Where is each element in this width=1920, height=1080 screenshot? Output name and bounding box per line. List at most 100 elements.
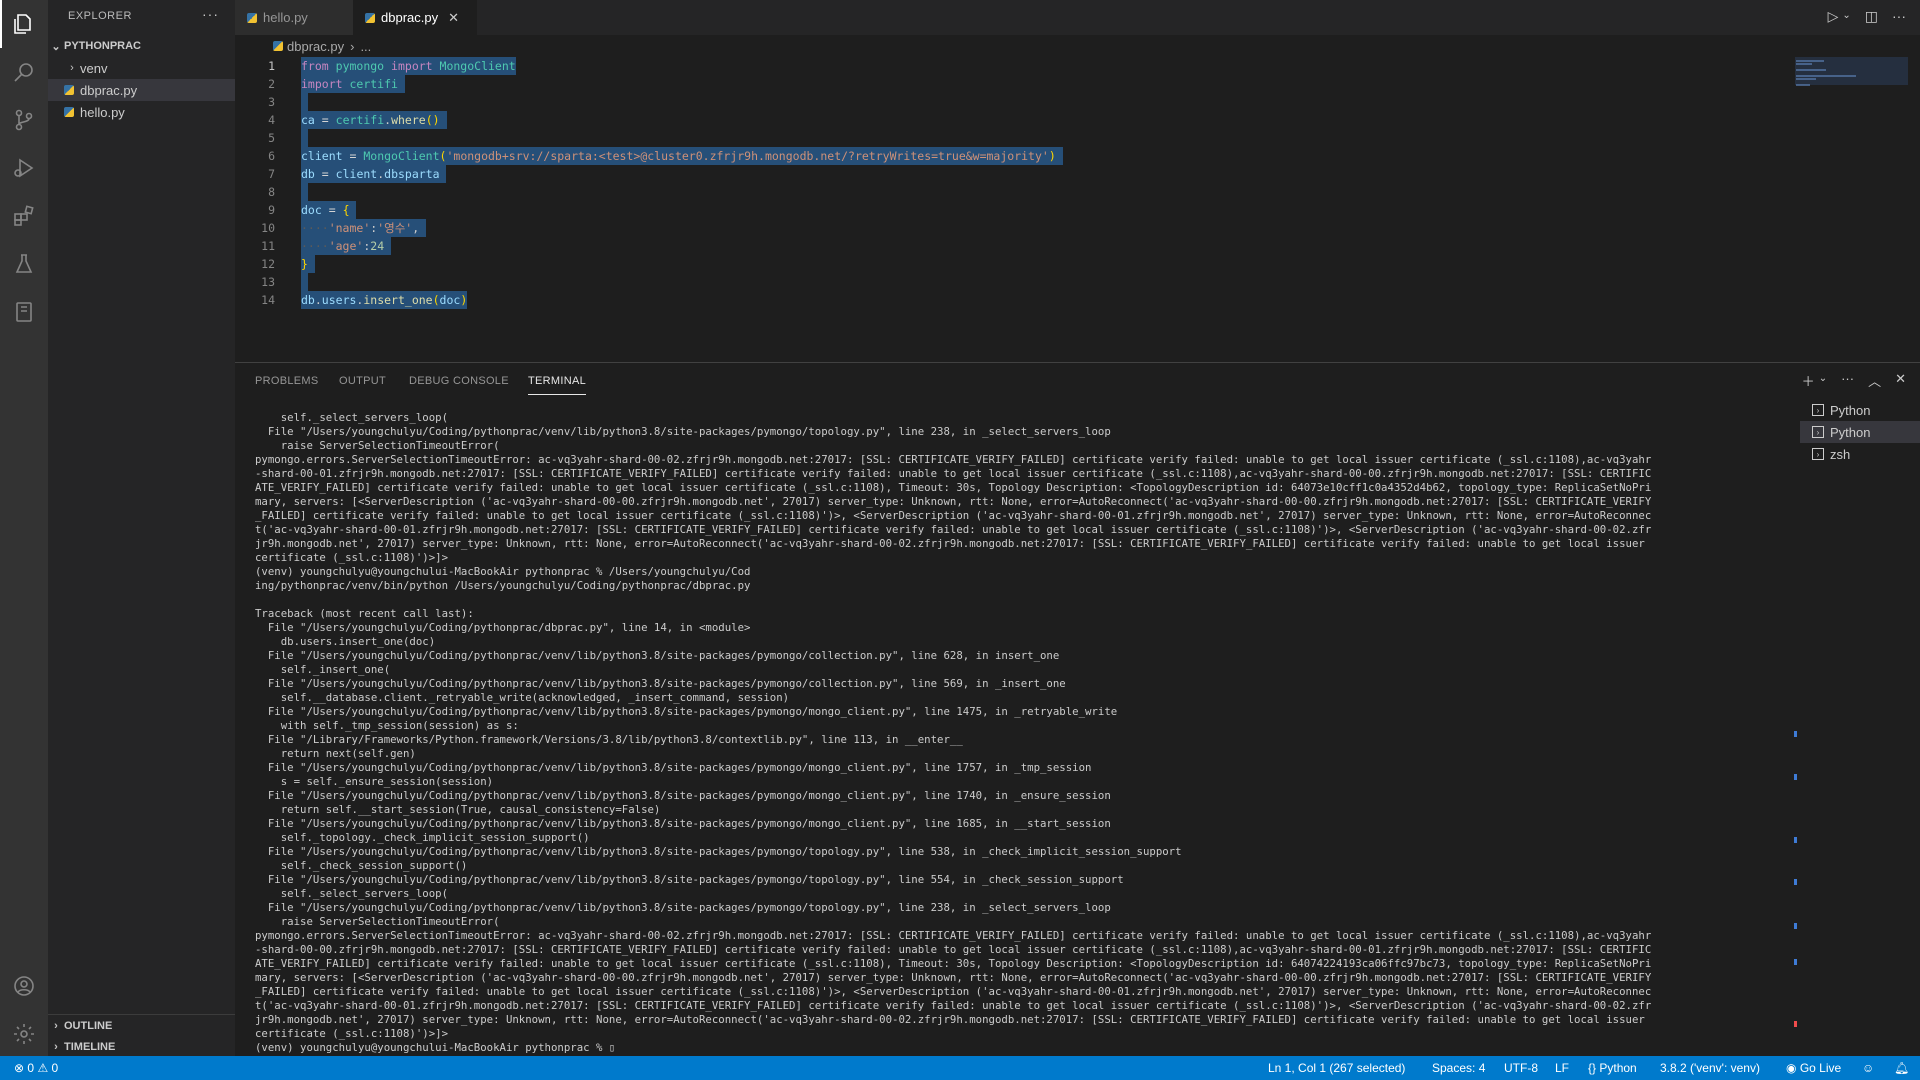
language-mode[interactable]: {} Python	[1588, 1056, 1637, 1080]
tab-terminal[interactable]: TERMINAL	[528, 375, 587, 395]
cursor-position[interactable]: Ln 1, Col 1 (267 selected)	[1268, 1056, 1405, 1080]
chevron-down-icon[interactable]: ⌄	[1819, 371, 1827, 390]
terminal-line: pymongo.errors.ServerSelectionTimeoutErr…	[255, 453, 1652, 466]
terminal-line: return self.__start_session(True, causal…	[255, 803, 661, 816]
terminal-item-zsh[interactable]: › zsh	[1800, 443, 1920, 465]
breadcrumb: dbprac.py › ...	[235, 35, 1785, 57]
breadcrumb-symbol[interactable]: ...	[360, 39, 371, 54]
terminal-item-python-1[interactable]: › Python	[1800, 399, 1920, 421]
terminal-line: mary, servers: [<ServerDescription ('ac-…	[255, 971, 1652, 984]
terminal-line: ATE_VERIFY_FAILED] certificate verify fa…	[255, 481, 1652, 494]
extensions-icon[interactable]	[0, 192, 48, 240]
python-file-icon	[64, 107, 74, 117]
terminal-line: _FAILED] certificate verify failed: unab…	[255, 509, 1652, 522]
tab-problems[interactable]: PROBLEMS	[255, 375, 319, 387]
chevron-right-icon: ›	[350, 38, 355, 54]
editor-actions: ▷ ⌄ ◫ ···	[1828, 8, 1906, 25]
tab-debug-console[interactable]: DEBUG CONSOLE	[409, 375, 509, 387]
tab-output[interactable]: OUTPUT	[339, 375, 386, 387]
folder-header-pythonprac[interactable]: ⌄ PYTHONPRAC	[48, 35, 235, 57]
activity-bar	[0, 0, 48, 1056]
braces-icon: {}	[1588, 1061, 1597, 1075]
terminal-list: › Python › Python › zsh	[1800, 399, 1920, 465]
feedback-icon[interactable]: ☺	[1862, 1056, 1874, 1080]
terminal-line: ○(venv) youngchulyu@youngchului-MacBookA…	[255, 1041, 1795, 1055]
run-debug-icon[interactable]	[0, 144, 48, 192]
python-file-icon	[273, 41, 283, 51]
terminal-line: ⊗(venv) youngchulyu@youngchului-MacBookA…	[255, 565, 1795, 579]
source-control-icon[interactable]	[0, 96, 48, 144]
run-icon[interactable]: ▷	[1828, 8, 1839, 25]
tab-dbprac-py[interactable]: dbprac.py ✕	[353, 0, 477, 35]
tree-item-dbprac[interactable]: dbprac.py	[48, 79, 235, 101]
python-interpreter[interactable]: 3.8.2 ('venv': venv)	[1660, 1056, 1760, 1080]
terminal-line: certificate (_ssl.c:1108)')>]>	[255, 1027, 449, 1040]
terminal-line: t('ac-vq3yahr-shard-00-01.zfrjr9h.mongod…	[255, 523, 1652, 536]
encoding-status[interactable]: UTF-8	[1504, 1056, 1538, 1080]
explorer-more-icon[interactable]: ···	[202, 6, 219, 22]
outline-label: OUTLINE	[64, 1020, 113, 1032]
terminal-line: ing/pythonprac/venv/bin/python /Users/yo…	[255, 579, 751, 592]
search-icon[interactable]	[0, 48, 48, 96]
indentation-status[interactable]: Spaces: 4	[1432, 1056, 1485, 1080]
explorer-title: EXPLORER	[68, 10, 132, 22]
chevron-down-icon[interactable]: ⌄	[1842, 8, 1850, 25]
chevron-down-icon: ⌄	[51, 40, 61, 53]
terminal-line: File "/Users/youngchulyu/Coding/pythonpr…	[255, 873, 1124, 886]
close-icon[interactable]: ✕	[448, 10, 459, 26]
settings-gear-icon[interactable]	[0, 1010, 48, 1058]
terminal-line: -shard-00-01.zfrjr9h.mongodb.net:27017: …	[255, 467, 1652, 480]
terminal-item-label: zsh	[1830, 446, 1851, 462]
terminal-line: _FAILED] certificate verify failed: unab…	[255, 985, 1652, 998]
account-icon[interactable]	[0, 962, 48, 1010]
go-live-button[interactable]: ◉ Go Live	[1786, 1056, 1841, 1080]
tree-item-venv[interactable]: › venv	[48, 57, 235, 79]
eol-status[interactable]: LF	[1555, 1056, 1569, 1080]
notebook-icon[interactable]	[0, 288, 48, 336]
warning-icon: ⚠	[37, 1061, 49, 1075]
broadcast-icon: ◉	[1786, 1061, 1797, 1075]
terminal-icon: ›	[1812, 448, 1824, 460]
timeline-label: TIMELINE	[64, 1041, 116, 1053]
tab-hello-py[interactable]: hello.py	[235, 0, 353, 35]
terminal-prompt-text: (venv) youngchulyu@youngchului-MacBookAi…	[255, 1041, 616, 1054]
more-actions-icon[interactable]: ···	[1892, 8, 1906, 25]
problems-status[interactable]: ⊗ 0 ⚠ 0	[14, 1056, 58, 1080]
terminal-line: mary, servers: [<ServerDescription ('ac-…	[255, 495, 1652, 508]
terminal-line: File "/Users/youngchulyu/Coding/pythonpr…	[255, 705, 1118, 718]
tree-item-hello[interactable]: hello.py	[48, 101, 235, 123]
breadcrumb-file[interactable]: dbprac.py	[287, 39, 344, 54]
testing-flask-icon[interactable]	[0, 240, 48, 288]
outline-section[interactable]: › OUTLINE	[48, 1014, 235, 1037]
python-file-icon	[247, 12, 257, 23]
minimap[interactable]	[1790, 57, 1908, 362]
chevron-right-icon: ›	[54, 1041, 58, 1053]
tree-item-label: dbprac.py	[80, 82, 138, 98]
panel-actions: ＋ ⌄ ··· ︿ ✕	[1802, 371, 1906, 390]
close-panel-icon[interactable]: ✕	[1895, 371, 1906, 390]
timeline-section[interactable]: › TIMELINE	[48, 1036, 235, 1058]
notifications-bell-icon[interactable]: 🔔︎	[1894, 1056, 1909, 1080]
more-actions-icon[interactable]: ···	[1841, 371, 1854, 390]
terminal-icon: ›	[1812, 404, 1824, 416]
tree-item-label: venv	[80, 60, 108, 76]
terminal-item-python-2[interactable]: › Python	[1800, 421, 1920, 443]
code-editor[interactable]: 1 from pymongo import MongoClient 2 import…	[235, 57, 1790, 362]
terminal-line: File "/Users/youngchulyu/Coding/pythonpr…	[255, 621, 751, 634]
terminal-line: with self._tmp_session(session) as s:	[255, 719, 519, 732]
terminal-scrollbar[interactable]	[1790, 399, 1804, 1049]
split-editor-icon[interactable]: ◫	[1865, 8, 1878, 25]
new-terminal-plus-icon[interactable]: ＋	[1802, 371, 1815, 390]
explorer-files-icon[interactable]	[0, 0, 48, 48]
terminal-line: File "/Users/youngchulyu/Coding/pythonpr…	[255, 677, 1066, 690]
maximize-panel-icon[interactable]: ︿	[1868, 371, 1881, 390]
bottom-panel: PROBLEMS OUTPUT DEBUG CONSOLE TERMINAL ＋…	[235, 362, 1920, 1056]
terminal-line: certificate (_ssl.c:1108)')>]>	[255, 551, 449, 564]
terminal-line: self._insert_one(	[255, 663, 391, 676]
tree-item-label: hello.py	[80, 104, 125, 120]
folder-label: PYTHONPRAC	[64, 40, 142, 52]
terminal-line: pymongo.errors.ServerSelectionTimeoutErr…	[255, 929, 1652, 942]
terminal-line: File "/Library/Frameworks/Python.framewo…	[255, 733, 963, 746]
terminal-output[interactable]: self._select_servers_loop( File "/Users/…	[255, 411, 1795, 1055]
